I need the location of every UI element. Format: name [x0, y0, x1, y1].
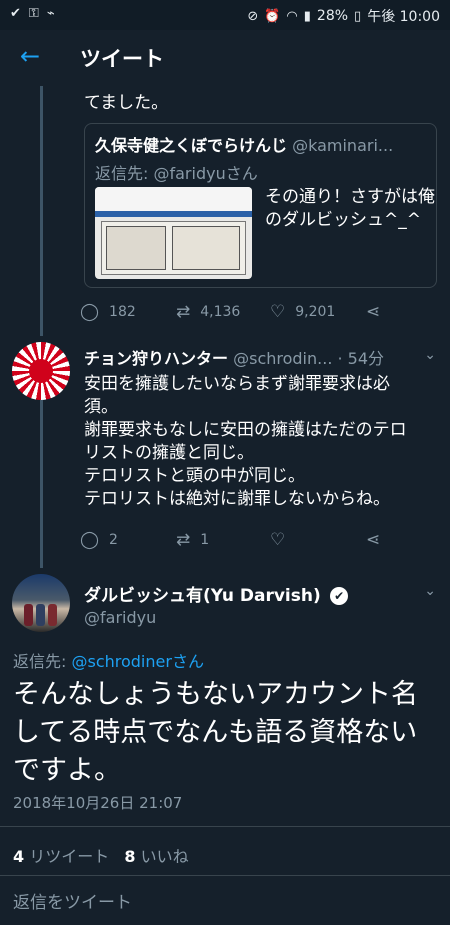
- main-tweet-line: そんなしょうもないアカウント名: [13, 679, 418, 710]
- retweet-count: 4,136: [200, 304, 241, 320]
- share-icon: ⋖: [366, 302, 381, 322]
- reply-prefix: 返信先:: [13, 652, 72, 671]
- quoted-tweet-card[interactable]: 久保寺健之くぼでらけんじ @kaminari... 返信先: @faridyuさ…: [84, 123, 437, 288]
- tweet-text-line: リストの擁護と同じ。: [84, 443, 254, 463]
- author-handle: @schrodin...: [233, 349, 333, 368]
- retweet-label: リツイート: [29, 847, 110, 866]
- reply-action[interactable]: ◯ 2: [80, 530, 176, 550]
- rising-sun-graphic: [29, 359, 53, 383]
- check-icon: ✔: [10, 6, 21, 21]
- like-action[interactable]: ♡ 9,201: [270, 302, 366, 322]
- main-tweet-text: そんなしょうもないアカウント名 してる時点でなんも語る資格ない ですよ。: [13, 676, 438, 790]
- tweet-actions: ◯ 2 ⇄ 1 ♡ ⋖: [80, 530, 380, 550]
- reply-to-handle[interactable]: @schrodinerさん: [71, 652, 203, 671]
- key-icon: ⚿: [28, 6, 39, 21]
- tweet-text-line: 謝罪要求もなしに安田の擁護はただのテロ: [84, 420, 407, 440]
- thread-line: [40, 86, 43, 336]
- reply-icon: ◯: [80, 302, 100, 322]
- like-count: 9,201: [295, 304, 336, 320]
- reply-icon: ◯: [80, 530, 100, 550]
- status-bar: ✔ ⚿ ⌁ ⊘ ⏰ ◠ ▮ 28% ▯ 午後 10:00: [0, 0, 450, 30]
- screenshot-nav-bar: [95, 211, 252, 217]
- retweet-icon: ⇄: [176, 530, 191, 550]
- manga-panel: [172, 226, 240, 270]
- author-name[interactable]: チョン狩りハンター: [84, 349, 228, 368]
- quote-text: その通り！さすがは俺のダルビッシュ^_^: [265, 187, 435, 230]
- mute-icon: ⊘: [247, 8, 259, 24]
- app-header: ← ツイート: [0, 30, 450, 86]
- verified-badge-icon: ✔: [330, 587, 349, 605]
- quote-author-name: 久保寺健之くぼでらけんじ: [95, 136, 288, 155]
- tweet-text-line: 須。: [84, 397, 118, 417]
- engagement-stats: 4 リツイート 8 いいね: [13, 843, 189, 867]
- quote-reply-handle: @faridyuさん: [153, 164, 258, 183]
- avatar[interactable]: [12, 574, 70, 632]
- main-tweet-line: してる時点でなんも語る資格ない: [13, 717, 418, 748]
- tweet-text-line: テロリストと頭の中が同じ。: [84, 466, 305, 486]
- reply-compose-input[interactable]: 返信をツイート: [13, 888, 132, 913]
- retweet-icon: ⇄: [176, 302, 191, 322]
- tweet-text-line: テロリストは絶対に謝罪しないからね。: [84, 489, 390, 509]
- retweets-stat[interactable]: 4 リツイート: [13, 847, 114, 866]
- manga-panel: [106, 226, 166, 270]
- author-name[interactable]: ダルビッシュ有(Yu Darvish): [84, 586, 321, 606]
- heart-icon: ♡: [270, 530, 286, 550]
- retweet-count: 1: [200, 532, 210, 548]
- author-name-line: ダルビッシュ有(Yu Darvish) ✔: [84, 581, 349, 606]
- figure: [24, 604, 33, 626]
- likes-stat[interactable]: 8 いいね: [124, 847, 188, 866]
- tweet-text-line: 安田を擁護したいならまず謝罪要求は必: [84, 374, 390, 394]
- chevron-down-icon[interactable]: ⌄: [424, 347, 436, 363]
- page-title: ツイート: [80, 47, 164, 71]
- reply-action[interactable]: ◯ 182: [80, 302, 176, 322]
- tweet-age: · 54分: [337, 349, 385, 368]
- clock: 午後 10:00: [367, 9, 440, 25]
- main-tweet-line: ですよ。: [13, 755, 121, 786]
- avatar[interactable]: [12, 342, 70, 400]
- signal-icon: ▮: [303, 8, 311, 24]
- quote-author-handle: @kaminari...: [292, 136, 394, 155]
- pulse-icon: ⌁: [46, 6, 55, 21]
- quote-reply-prefix: 返信先:: [95, 164, 154, 183]
- quote-media-thumbnail[interactable]: [95, 187, 252, 279]
- divider: [0, 826, 450, 827]
- back-arrow-icon[interactable]: ←: [20, 44, 44, 68]
- tweet-text: 安田を擁護したいならまず謝罪要求は必 須。 謝罪要求もなしに安田の擁護はただのテ…: [84, 373, 439, 511]
- wifi-icon: ◠: [286, 8, 298, 24]
- share-action[interactable]: ⋖: [366, 530, 380, 550]
- thread-line: [40, 400, 43, 568]
- retweet-action[interactable]: ⇄ 4,136: [176, 302, 270, 322]
- battery-icon: ▯: [354, 8, 362, 24]
- like-label: いいね: [140, 847, 189, 866]
- author-handle: @faridyu: [84, 608, 157, 627]
- manga-page-image: [101, 221, 246, 275]
- like-action[interactable]: ♡: [270, 530, 366, 550]
- heart-icon: ♡: [270, 302, 286, 322]
- quote-author-line: 久保寺健之くぼでらけんじ @kaminari...: [95, 132, 433, 156]
- tweet-actions: ◯ 182 ⇄ 4,136 ♡ 9,201 ⋖: [80, 302, 380, 322]
- divider: [0, 875, 450, 876]
- share-action[interactable]: ⋖: [366, 302, 380, 322]
- like-total: 8: [124, 847, 136, 866]
- battery-percent: 28%: [316, 8, 349, 24]
- reply-count: 182: [109, 304, 136, 320]
- retweet-total: 4: [13, 847, 25, 866]
- author-line: チョン狩りハンター @schrodin... · 54分: [84, 345, 384, 369]
- share-icon: ⋖: [366, 530, 381, 550]
- screenshot-status-bar: [95, 187, 252, 211]
- alarm-icon: ⏰: [264, 8, 281, 24]
- figure: [48, 604, 57, 626]
- chevron-down-icon[interactable]: ⌄: [424, 583, 436, 599]
- tweet-text-tail: てました。: [84, 93, 169, 113]
- figure: [36, 604, 45, 626]
- retweet-action[interactable]: ⇄ 1: [176, 530, 270, 550]
- reply-count: 2: [109, 532, 118, 548]
- tweet-timestamp: 2018年10月26日 21:07: [13, 794, 183, 812]
- reply-to-line: 返信先: @schrodinerさん: [13, 648, 204, 672]
- quote-reply-to: 返信先: @faridyuさん: [95, 160, 258, 184]
